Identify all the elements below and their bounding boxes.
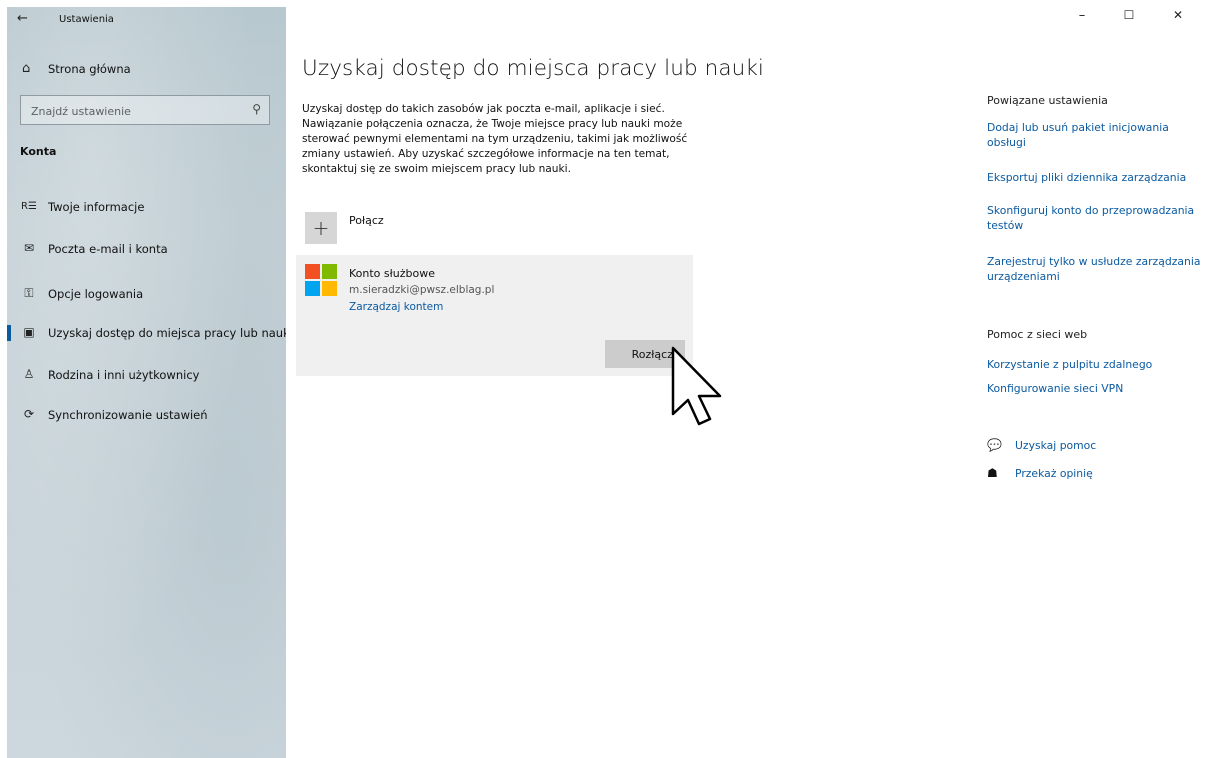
account-email: m.sieradzki@pwsz.elblag.pl xyxy=(349,284,495,296)
nav-home-label: Strona główna xyxy=(48,62,131,76)
active-indicator xyxy=(7,325,11,341)
link-export-logs[interactable]: Eksportuj pliki dziennika zarządzania xyxy=(987,170,1207,185)
feedback-label: Przekaż opinię xyxy=(1015,467,1093,480)
sync-icon: ⟳ xyxy=(23,407,35,421)
sidebar-item-label: Synchronizowanie ustawień xyxy=(48,408,208,422)
microsoft-logo-icon xyxy=(305,264,337,296)
sidebar: ← Ustawienia ⌂ Strona główna ⚲ Konta R☰ … xyxy=(7,7,286,758)
sidebar-item-label: Uzyskaj dostęp do miejsca pracy lub nauk… xyxy=(48,326,286,340)
sidebar-item-email[interactable]: ✉ Poczta e-mail i konta xyxy=(7,234,286,264)
sidebar-item-sign-in[interactable]: ⚿ Opcje logowania xyxy=(7,279,286,309)
link-mdm-enroll[interactable]: Zarejestruj tylko w usłudze zarządzania … xyxy=(987,254,1207,284)
help-chat-icon: 💬 xyxy=(987,438,1002,452)
nav-home[interactable]: ⌂ Strona główna xyxy=(7,59,286,81)
link-test-account[interactable]: Skonfiguruj konto do przeprowadzania tes… xyxy=(987,203,1207,233)
title-bar: ← Ustawienia xyxy=(7,7,286,33)
link-vpn[interactable]: Konfigurowanie sieci VPN xyxy=(987,381,1207,396)
add-person-icon: ♙ xyxy=(23,367,35,381)
person-card-icon: R☰ xyxy=(21,201,37,212)
sidebar-item-family[interactable]: ♙ Rodzina i inni użytkownicy xyxy=(7,360,286,390)
section-title: Konta xyxy=(20,145,57,158)
key-icon: ⚿ xyxy=(24,286,34,300)
sidebar-item-label: Twoje informacje xyxy=(48,200,145,214)
account-card[interactable]: Konto służbowe m.sieradzki@pwsz.elblag.p… xyxy=(296,255,693,376)
related-settings-heading: Powiązane ustawienia xyxy=(987,94,1108,107)
sidebar-item-work-access[interactable]: ▣ Uzyskaj dostęp do miejsca pracy lub na… xyxy=(7,318,286,348)
minimize-button[interactable]: – xyxy=(1067,8,1097,23)
maximize-button[interactable]: ☐ xyxy=(1114,8,1144,22)
sidebar-item-sync[interactable]: ⟳ Synchronizowanie ustawień xyxy=(7,400,286,430)
briefcase-icon: ▣ xyxy=(23,325,35,339)
page-description: Uzyskaj dostęp do takich zasobów jak poc… xyxy=(302,103,688,175)
connect-button[interactable]: + xyxy=(305,212,337,244)
mail-icon: ✉ xyxy=(23,241,35,255)
account-name: Konto służbowe xyxy=(349,267,435,280)
link-remote-desktop[interactable]: Korzystanie z pulpitu zdalnego xyxy=(987,357,1207,372)
connect-label[interactable]: Połącz xyxy=(349,214,384,227)
sidebar-item-your-info[interactable]: R☰ Twoje informacje xyxy=(7,192,286,222)
link-provisioning-package[interactable]: Dodaj lub usuń pakiet inicjowania obsług… xyxy=(987,120,1207,150)
mouse-cursor-icon xyxy=(671,346,722,426)
feedback-icon: ☗ xyxy=(987,466,998,480)
web-help-heading: Pomoc z sieci web xyxy=(987,328,1088,341)
close-button[interactable]: ✕ xyxy=(1163,8,1193,22)
manage-account-link[interactable]: Zarządzaj kontem xyxy=(349,301,443,313)
search-icon[interactable]: ⚲ xyxy=(252,102,261,116)
sidebar-item-label: Rodzina i inni użytkownicy xyxy=(48,368,200,382)
back-arrow-icon[interactable]: ← xyxy=(17,11,28,26)
plus-icon: + xyxy=(312,216,330,240)
page-title: Uzyskaj dostęp do miejsca pracy lub nauk… xyxy=(302,56,765,81)
get-help-label: Uzyskaj pomoc xyxy=(1015,439,1097,452)
app-title: Ustawienia xyxy=(59,14,114,25)
search-input[interactable] xyxy=(21,96,253,126)
sidebar-item-label: Opcje logowania xyxy=(48,287,144,301)
sidebar-item-label: Poczta e-mail i konta xyxy=(48,242,168,256)
search-box[interactable]: ⚲ xyxy=(20,95,270,126)
home-icon: ⌂ xyxy=(22,61,31,76)
